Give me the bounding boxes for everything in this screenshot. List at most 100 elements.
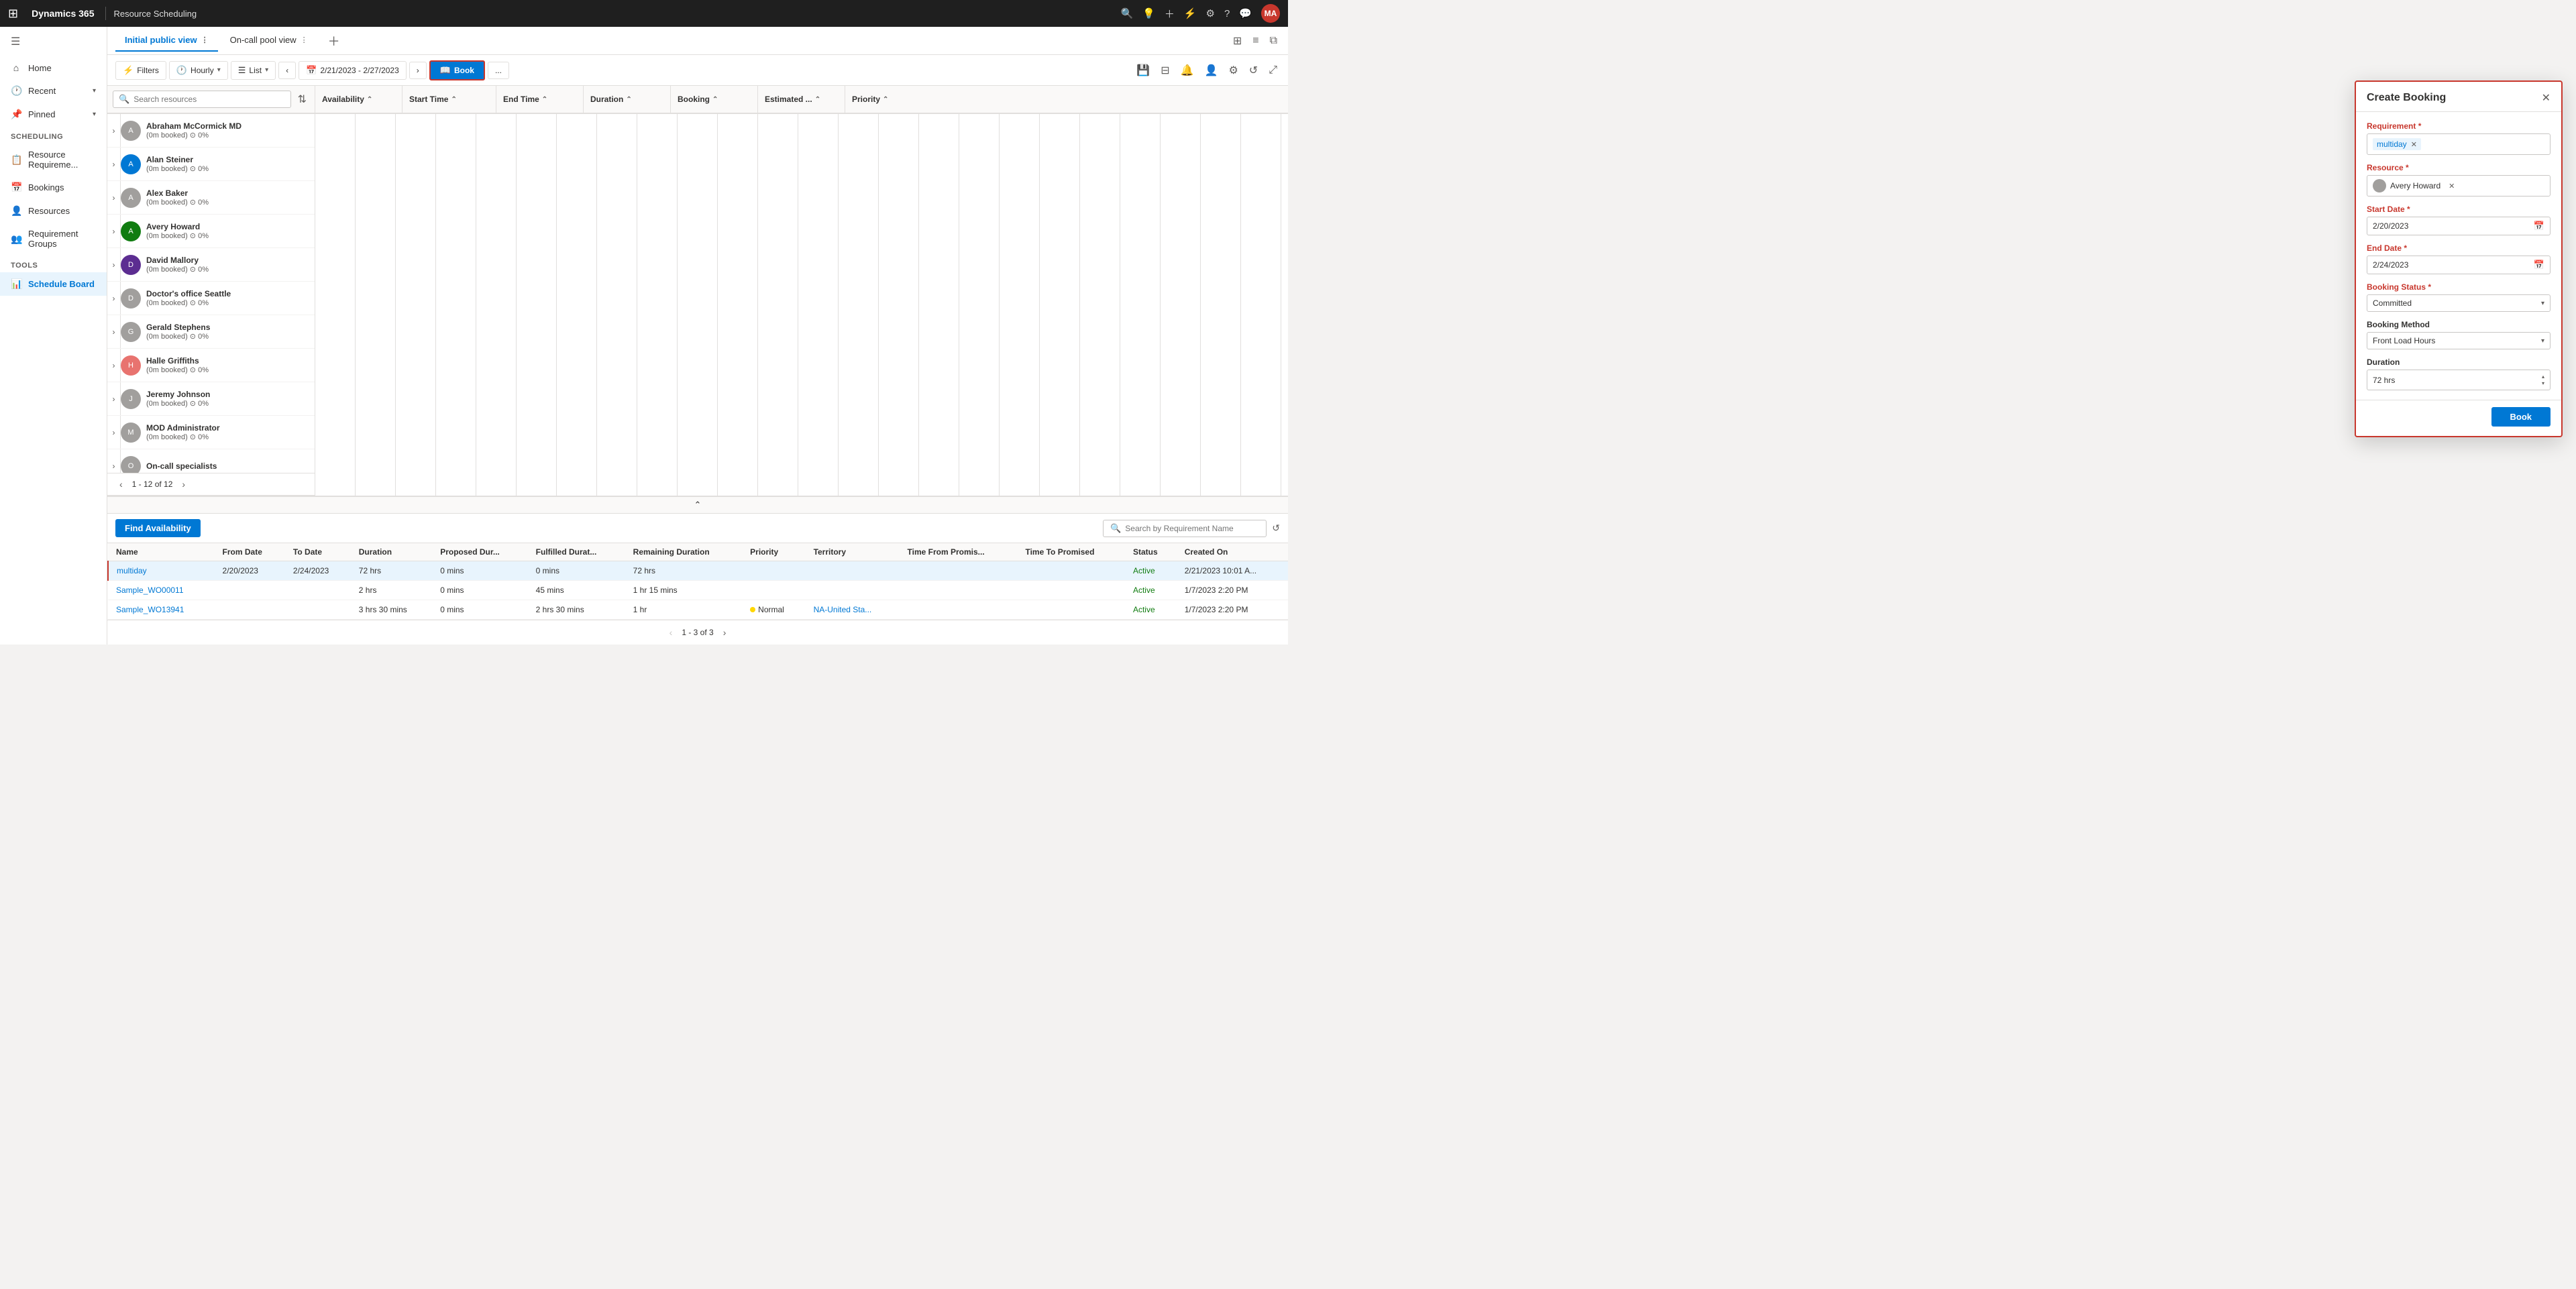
tab-initial-public-view[interactable]: Initial public view ⋮ xyxy=(115,30,218,52)
next-date-button[interactable]: › xyxy=(409,62,427,79)
table-column-header[interactable]: To Date xyxy=(285,543,351,561)
increment-icon[interactable]: ▴ xyxy=(2542,374,2544,380)
req-name-link[interactable]: multiday xyxy=(117,566,147,575)
filter-nav-icon[interactable]: ⚡ xyxy=(1184,7,1197,19)
end-time-header[interactable]: End Time ⌃ xyxy=(496,86,584,113)
sidebar-item-recent[interactable]: 🕐 Recent ▾ xyxy=(0,79,107,103)
table-column-header[interactable]: Time To Promised xyxy=(1017,543,1124,561)
table-row[interactable]: Sample_WO139413 hrs 30 mins0 mins2 hrs 3… xyxy=(108,600,1288,620)
columns-icon[interactable]: ⊟ xyxy=(1158,61,1172,80)
sidebar-item-bookings[interactable]: 📅 Bookings xyxy=(0,176,107,199)
chat-icon[interactable]: 💬 xyxy=(1239,7,1252,19)
resource-row[interactable]: › D David Mallory (0m booked) ⊙ 0% xyxy=(107,248,315,282)
table-column-header[interactable]: Created On xyxy=(1177,543,1288,561)
book-button[interactable]: 📖 Book xyxy=(429,60,485,80)
calendar-icon[interactable]: 📅 xyxy=(2534,221,2544,231)
list-button[interactable]: ☰ List ▾ xyxy=(231,61,276,80)
more-options-button[interactable]: ... xyxy=(488,62,509,79)
settings-nav-icon[interactable]: ⚙ xyxy=(1206,7,1215,19)
expand-row-icon[interactable]: › xyxy=(107,349,121,382)
duration-input[interactable]: 72 hrs ▴ ▾ xyxy=(2367,370,2551,390)
resource-row[interactable]: › G Gerald Stephens (0m booked) ⊙ 0% xyxy=(107,315,315,349)
settings-icon[interactable]: ⚙ xyxy=(1226,61,1240,80)
date-range-button[interactable]: 📅 2/21/2023 - 2/27/2023 xyxy=(299,61,407,80)
find-availability-button[interactable]: Find Availability xyxy=(115,519,201,537)
booking-header[interactable]: Booking ⌃ xyxy=(671,86,758,113)
table-column-header[interactable]: Status xyxy=(1125,543,1177,561)
req-refresh-icon[interactable]: ↺ xyxy=(1272,522,1280,534)
filters-button[interactable]: ⚡ Filters xyxy=(115,61,166,80)
start-time-header[interactable]: Start Time ⌃ xyxy=(402,86,496,113)
next-page-icon[interactable]: › xyxy=(178,478,189,491)
list-view-icon[interactable]: ≡ xyxy=(1250,32,1261,50)
end-date-input[interactable]: 2/24/2023 📅 xyxy=(2367,256,2551,274)
resource-row[interactable]: › O On-call specialists xyxy=(107,449,315,473)
table-column-header[interactable]: From Date xyxy=(215,543,285,561)
booking-status-select[interactable]: Committed ▾ xyxy=(2367,294,2551,312)
resource-row[interactable]: › A Abraham McCormick MD (0m booked) ⊙ 0… xyxy=(107,114,315,148)
search-resources-input[interactable]: 🔍 xyxy=(113,91,291,108)
sidebar-item-requirements[interactable]: 📋 Resource Requireme... xyxy=(0,144,107,176)
resource-row[interactable]: › A Alex Baker (0m booked) ⊙ 0% xyxy=(107,181,315,215)
resource-row[interactable]: › M MOD Administrator (0m booked) ⊙ 0% xyxy=(107,416,315,449)
resource-input[interactable]: Avery Howard ✕ xyxy=(2367,175,2551,197)
table-column-header[interactable]: Duration xyxy=(351,543,432,561)
priority-header[interactable]: Priority ⌃ xyxy=(845,86,919,113)
table-column-header[interactable]: Proposed Dur... xyxy=(432,543,527,561)
add-tab-button[interactable]: ＋ xyxy=(323,30,345,52)
territory-link[interactable]: NA-United Sta... xyxy=(814,605,872,614)
sidebar-item-pinned[interactable]: 📌 Pinned ▾ xyxy=(0,103,107,126)
resource-row[interactable]: › D Doctor's office Seattle (0m booked) … xyxy=(107,282,315,315)
sidebar-item-resources[interactable]: 👤 Resources xyxy=(0,199,107,223)
tab-menu-icon[interactable]: ⋮ xyxy=(301,36,308,44)
plus-icon[interactable]: ＋ xyxy=(1165,7,1175,21)
notification-icon[interactable]: 🔔 xyxy=(1178,61,1197,80)
search-input[interactable] xyxy=(133,95,284,104)
table-column-header[interactable]: Priority xyxy=(742,543,805,561)
decrement-icon[interactable]: ▾ xyxy=(2542,380,2544,387)
booking-method-select[interactable]: Front Load Hours ▾ xyxy=(2367,332,2551,349)
table-column-header[interactable]: Name xyxy=(108,543,215,561)
resource-row[interactable]: › A Avery Howard (0m booked) ⊙ 0% xyxy=(107,215,315,248)
resource-row[interactable]: › A Alan Steiner (0m booked) ⊙ 0% xyxy=(107,148,315,181)
expand-icon[interactable]: ⤢ xyxy=(1266,62,1280,79)
hamburger-icon[interactable]: ☰ xyxy=(0,27,107,56)
person-icon[interactable]: 👤 xyxy=(1202,61,1221,80)
expand-row-icon[interactable]: › xyxy=(107,181,121,214)
expand-row-icon[interactable]: › xyxy=(107,416,121,449)
board-icon[interactable]: ⊞ xyxy=(1230,32,1244,50)
availability-header[interactable]: Availability ⌃ xyxy=(315,86,402,113)
duration-header[interactable]: Duration ⌃ xyxy=(584,86,671,113)
collapse-button[interactable]: ⌃ xyxy=(107,497,1288,514)
expand-row-icon[interactable]: › xyxy=(107,449,121,473)
expand-row-icon[interactable]: › xyxy=(107,148,121,180)
refresh-icon[interactable]: ↺ xyxy=(1246,61,1260,80)
expand-row-icon[interactable]: › xyxy=(107,382,121,415)
waffle-icon[interactable]: ⊞ xyxy=(8,7,18,21)
table-row[interactable]: multiday2/20/20232/24/202372 hrs0 mins0 … xyxy=(108,561,1288,581)
question-icon[interactable]: ? xyxy=(1224,8,1230,19)
user-avatar[interactable]: MA xyxy=(1261,4,1280,23)
table-column-header[interactable]: Fulfilled Durat... xyxy=(528,543,625,561)
save-icon[interactable]: 💾 xyxy=(1134,61,1152,80)
req-name-link[interactable]: Sample_WO00011 xyxy=(116,585,184,595)
requirement-tag-remove[interactable]: ✕ xyxy=(2411,140,2417,149)
prev-page-icon[interactable]: ‹ xyxy=(665,626,677,639)
resource-row[interactable]: › J Jeremy Johnson (0m booked) ⊙ 0% xyxy=(107,382,315,416)
tab-on-call-pool-view[interactable]: On-call pool view ⋮ xyxy=(221,30,317,52)
new-window-icon[interactable]: ⧉ xyxy=(1267,32,1280,50)
start-date-input[interactable]: 2/20/2023 📅 xyxy=(2367,217,2551,235)
prev-page-icon[interactable]: ‹ xyxy=(115,478,127,491)
resource-row[interactable]: › H Halle Griffiths (0m booked) ⊙ 0% xyxy=(107,349,315,382)
cbp-book-button[interactable]: Book xyxy=(2491,407,2551,427)
hourly-button[interactable]: 🕐 Hourly ▾ xyxy=(169,61,228,80)
requirement-input[interactable]: multiday ✕ xyxy=(2367,133,2551,155)
sidebar-item-requirement-groups[interactable]: 👥 Requirement Groups xyxy=(0,223,107,255)
req-search-input[interactable] xyxy=(1125,524,1259,533)
table-column-header[interactable]: Territory xyxy=(806,543,900,561)
expand-row-icon[interactable]: › xyxy=(107,215,121,247)
next-page-icon[interactable]: › xyxy=(719,626,731,639)
estimated-header[interactable]: Estimated ... ⌃ xyxy=(758,86,845,113)
tab-menu-icon[interactable]: ⋮ xyxy=(201,36,209,44)
search-nav-icon[interactable]: 🔍 xyxy=(1120,7,1133,19)
